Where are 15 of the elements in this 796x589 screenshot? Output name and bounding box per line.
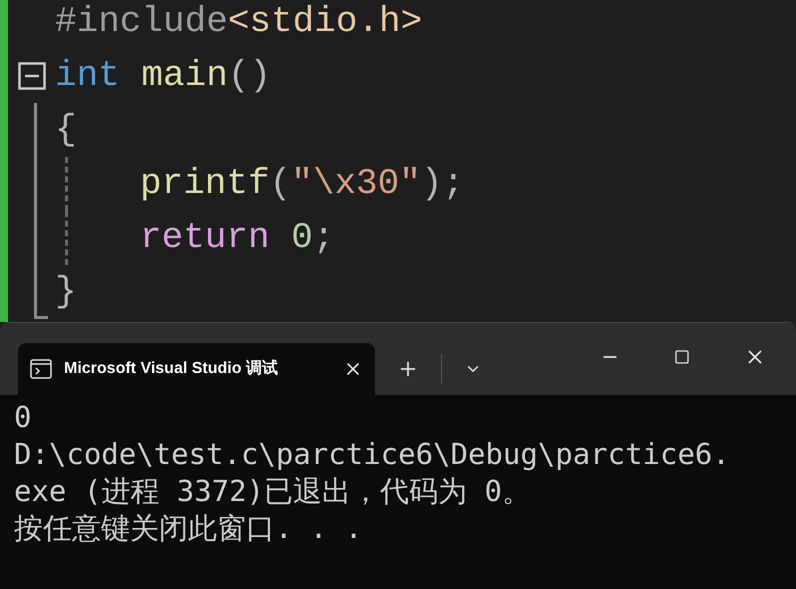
code-line: printf("\x30"); (140, 162, 464, 206)
console-output-line: D:\code\test.c\parctice6\Debug\parctice6. (14, 436, 731, 473)
code-line: int main() (55, 54, 272, 98)
console-icon (30, 359, 52, 379)
tab-title: Microsoft Visual Studio 调试 (64, 358, 279, 379)
maximize-icon[interactable] (674, 349, 690, 365)
code-line: } (55, 270, 77, 314)
console-output-line: exe (进程 3372)已退出，代码为 0。 (14, 473, 532, 510)
console-output-line: 0 (14, 399, 32, 436)
code-line: { (55, 108, 77, 152)
collapse-icon[interactable] (18, 62, 46, 90)
terminal-tab[interactable]: Microsoft Visual Studio 调试 (18, 343, 375, 395)
code-line: return 0; (140, 216, 334, 260)
console-output-line: 按任意键关闭此窗口. . . (14, 510, 364, 547)
code-line: #include<stdio.h> (55, 0, 422, 44)
